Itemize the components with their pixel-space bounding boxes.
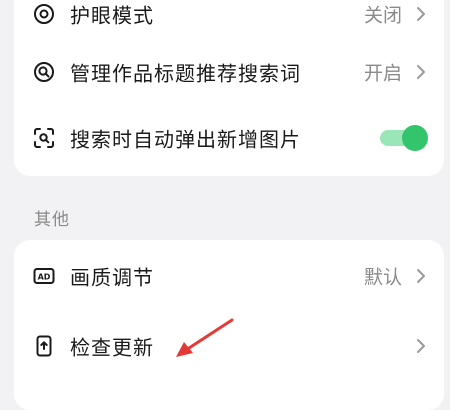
setting-label-eye-protection: 护眼模式 <box>70 3 154 28</box>
setting-label-title-keywords: 管理作品标题推荐搜索词 <box>70 61 301 86</box>
image-scan-icon <box>34 128 54 148</box>
auto-popup-images-toggle[interactable] <box>380 125 428 151</box>
setting-value-title-keywords: 开启 <box>363 62 402 85</box>
setting-row-auto-popup-images: 搜索时自动弹出新增图片 <box>14 104 444 172</box>
hd-quality-icon: AD <box>33 268 55 284</box>
setting-label-check-update: 检查更新 <box>70 335 154 360</box>
chevron-right-icon <box>417 269 425 283</box>
settings-card-top: 护眼模式 关闭 管理作品标题推荐搜索词 开启 搜索时自动弹出新增图片 <box>14 0 444 176</box>
section-title-other: 其他 <box>34 210 70 230</box>
setting-value-picture-quality: 默认 <box>363 266 402 289</box>
setting-row-title-keywords[interactable]: 管理作品标题推荐搜索词 开启 <box>14 38 444 106</box>
setting-row-picture-quality[interactable]: AD 画质调节 默认 <box>14 242 444 310</box>
red-arrow-annotation <box>176 318 234 357</box>
chevron-right-icon <box>417 7 425 21</box>
setting-label-auto-popup-images: 搜索时自动弹出新增图片 <box>70 127 301 152</box>
svg-text:AD: AD <box>38 273 51 282</box>
arrow-shaft <box>184 318 234 352</box>
chevron-right-icon <box>417 339 425 353</box>
setting-value-eye-protection: 关闭 <box>363 4 402 27</box>
arrow-head <box>176 342 193 357</box>
phone-update-icon <box>36 335 52 357</box>
search-keyword-icon <box>34 62 54 82</box>
eye-protection-icon <box>34 4 54 24</box>
chevron-right-icon <box>417 65 425 79</box>
toggle-knob <box>402 125 428 151</box>
setting-label-picture-quality: 画质调节 <box>70 265 154 290</box>
